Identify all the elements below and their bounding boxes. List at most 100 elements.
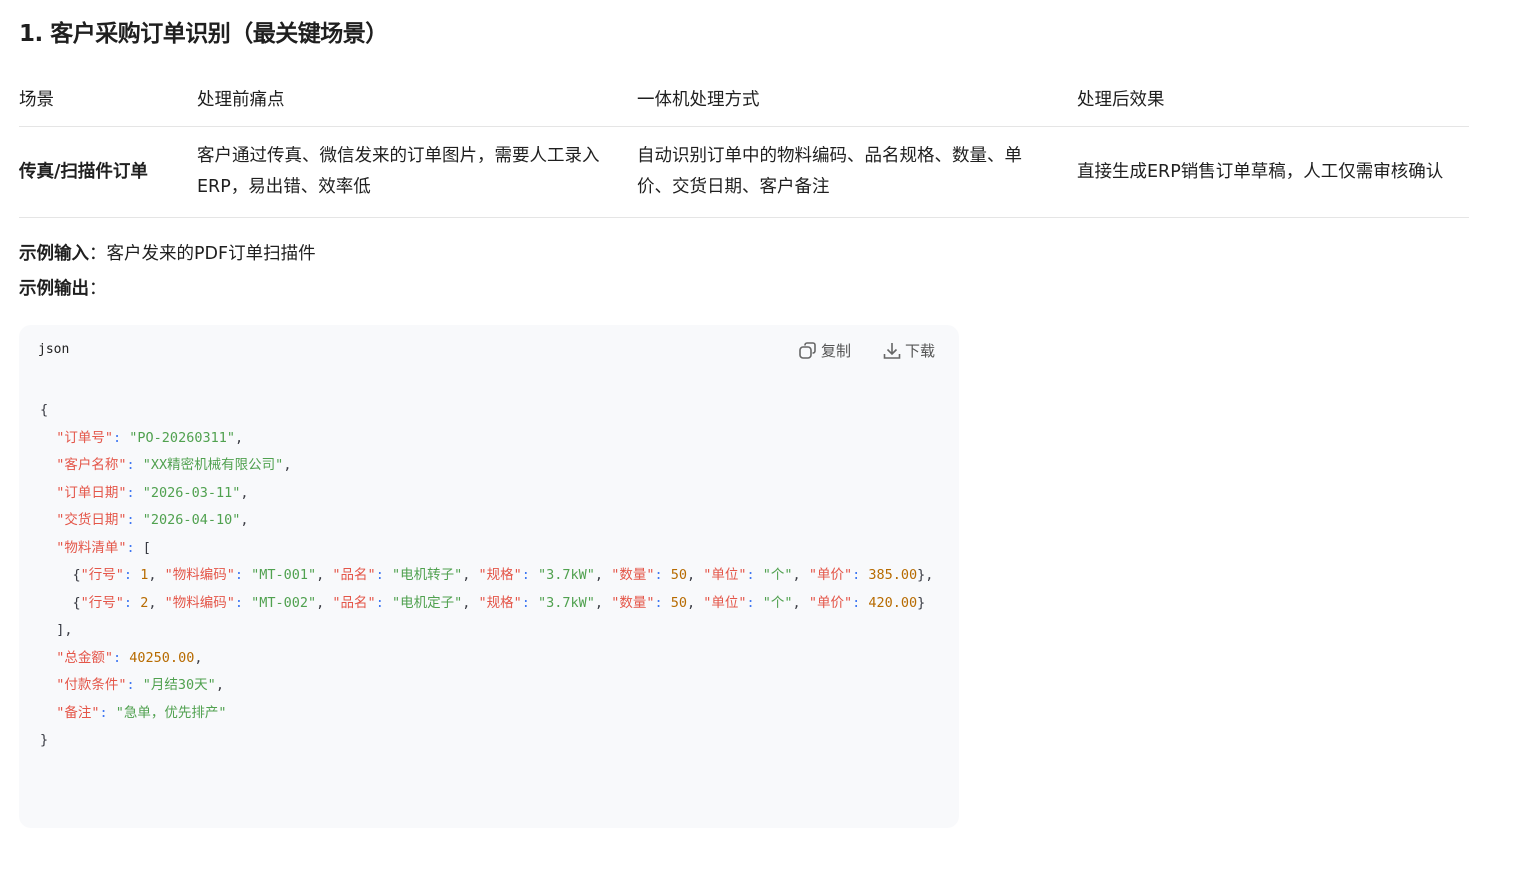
download-label: 下载 — [905, 342, 936, 360]
example-input-value: 客户发来的PDF订单扫描件 — [106, 244, 316, 264]
json-colon: : — [99, 704, 116, 721]
code-line: { — [40, 397, 940, 425]
code-language: json — [38, 342, 70, 357]
copy-button[interactable]: 复制 — [798, 340, 851, 361]
json-key: "品名" — [332, 594, 376, 611]
example-input: 示例输入：客户发来的PDF订单扫描件 — [19, 240, 316, 265]
json-key: "单位" — [703, 567, 747, 583]
json-string: "个" — [762, 567, 793, 583]
json-key: "规格" — [478, 594, 522, 611]
json-punctuation: , — [792, 567, 809, 583]
json-punctuation: , — [316, 594, 333, 611]
json-punctuation: , — [240, 512, 249, 528]
json-punctuation: , — [462, 594, 479, 611]
table-cell: 直接生成ERP销售订单草稿，人工仅需审核确认 — [1077, 126, 1469, 218]
json-colon: : — [123, 567, 141, 583]
download-icon — [883, 342, 901, 359]
json-punctuation: } — [40, 732, 49, 748]
json-key: "物料清单" — [56, 539, 127, 556]
example-output-label: 示例输出 — [19, 279, 89, 299]
json-key: "交货日期" — [56, 512, 127, 528]
json-key: "行号" — [80, 567, 124, 583]
json-punctuation: , — [234, 429, 244, 446]
json-colon: : — [375, 594, 392, 611]
json-punctuation — [40, 705, 56, 721]
json-key: "数量" — [611, 594, 655, 611]
json-number: 420.00 — [868, 594, 918, 611]
json-punctuation: ], — [40, 622, 73, 638]
json-colon: : — [521, 567, 539, 583]
json-punctuation — [40, 512, 56, 528]
json-punctuation: { — [40, 402, 49, 418]
code-line: } — [40, 727, 940, 755]
json-colon: : — [746, 567, 763, 583]
code-line: "客户名称": "XX精密机械有限公司", — [40, 452, 940, 480]
json-colon: : — [126, 512, 143, 528]
json-colon: : — [375, 567, 392, 583]
json-string: "3.7kW" — [538, 567, 595, 583]
json-colon: : — [521, 594, 539, 611]
json-string: "MT-002" — [251, 594, 317, 611]
code-line: "备注": "急单，优先排产" — [40, 700, 940, 728]
json-punctuation: , — [240, 484, 249, 501]
code-line: "订单号": "PO-20260311", — [40, 425, 940, 453]
json-key: "单价" — [808, 567, 853, 583]
json-punctuation: , — [194, 649, 203, 666]
json-punctuation: } — [917, 594, 926, 611]
json-colon: : — [852, 567, 869, 583]
json-punctuation — [40, 677, 56, 693]
table-cell: 客户通过传真、微信发来的订单图片，需要人工录入ERP，易出错、效率低 — [197, 126, 637, 218]
download-button[interactable]: 下载 — [882, 340, 935, 361]
json-punctuation — [40, 430, 56, 446]
json-string: "2026-03-11" — [142, 484, 241, 501]
json-number: 50 — [670, 567, 687, 583]
json-punctuation — [40, 457, 56, 473]
code-line: "订单日期": "2026-03-11", — [40, 480, 940, 508]
scenario-table: 场景 处理前痛点 一体机处理方式 处理后效果 传真/扫描件订单 客户通过传真、微… — [19, 70, 1469, 218]
json-string: "个" — [762, 594, 793, 611]
json-key: "规格" — [478, 567, 522, 583]
json-punctuation: , — [215, 677, 224, 693]
json-punctuation: { — [40, 567, 81, 583]
json-string: "急单，优先排产" — [115, 704, 227, 721]
json-punctuation: { — [40, 594, 81, 611]
json-colon: : — [126, 539, 143, 556]
json-string: "电机转子" — [391, 567, 463, 583]
json-number: 40250.00 — [129, 649, 195, 666]
separator: ： — [89, 279, 107, 299]
json-colon: : — [126, 677, 143, 693]
code-line: "物料清单": [ — [40, 535, 940, 563]
code-block: json 复制 下载 { "订单号": "PO-20260311", "客户名称… — [19, 325, 959, 828]
example-output: 示例输出： — [19, 275, 107, 300]
json-string: "电机定子" — [391, 594, 463, 611]
json-key: "备注" — [56, 704, 100, 721]
separator: ： — [89, 244, 107, 264]
json-colon: : — [746, 594, 763, 611]
code-line: {"行号": 2, "物料编码": "MT-002", "品名": "电机定子"… — [40, 590, 940, 618]
json-colon: : — [126, 457, 143, 473]
code-line: {"行号": 1, "物料编码": "MT-001", "品名": "电机转子"… — [40, 562, 940, 590]
json-key: "品名" — [332, 567, 376, 583]
json-punctuation: , — [462, 567, 479, 583]
json-punctuation: , — [594, 567, 612, 583]
json-punctuation: , — [792, 594, 809, 611]
json-colon: : — [113, 429, 130, 446]
code-content: { "订单号": "PO-20260311", "客户名称": "XX精密机械有… — [40, 397, 940, 755]
json-key: "单价" — [808, 594, 853, 611]
json-number: 50 — [670, 594, 687, 611]
json-key: "数量" — [611, 567, 655, 583]
section-heading: 1. 客户采购订单识别（最关键场景） — [19, 21, 388, 47]
json-colon: : — [123, 594, 141, 611]
json-punctuation: , — [283, 457, 292, 473]
json-punctuation: , — [686, 567, 704, 583]
json-key: "付款条件" — [56, 677, 127, 693]
json-key: "总金额" — [56, 649, 114, 666]
column-header: 处理前痛点 — [197, 70, 637, 127]
json-punctuation — [40, 485, 56, 501]
json-colon: : — [234, 594, 252, 611]
json-colon: : — [126, 484, 143, 501]
json-string: "PO-20260311" — [129, 429, 235, 446]
json-number: 385.00 — [868, 567, 918, 583]
json-key: "客户名称" — [56, 457, 127, 473]
json-key: "物料编码" — [164, 594, 235, 611]
